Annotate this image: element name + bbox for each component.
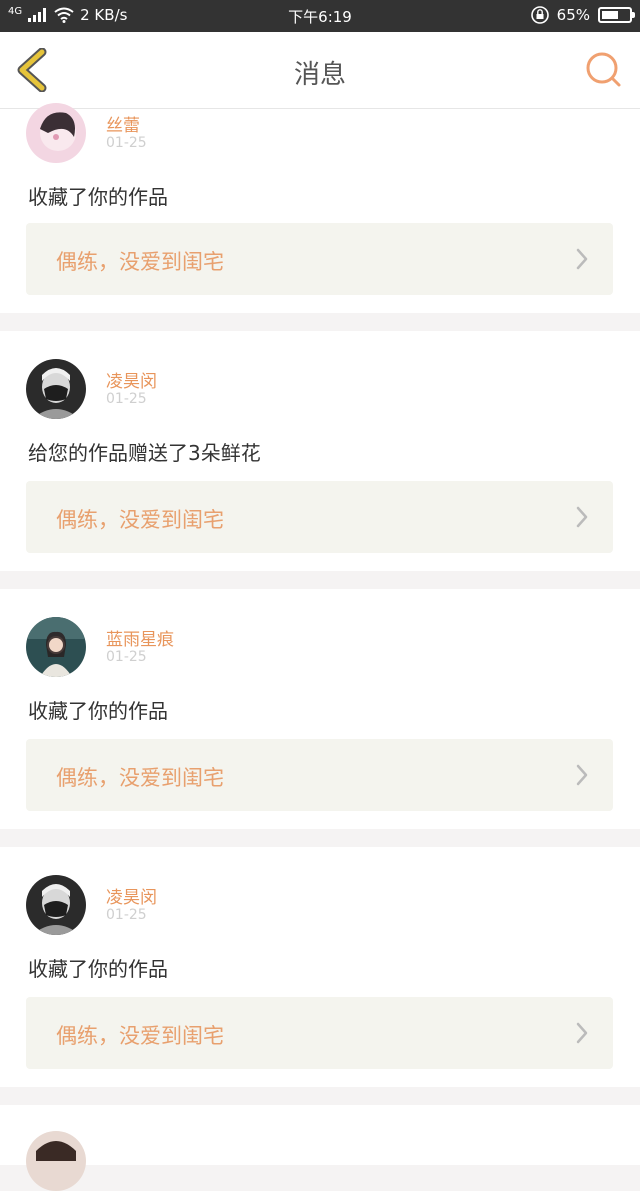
message-text: 收藏了你的作品 <box>28 185 168 209</box>
work-link[interactable]: 偶练，没爱到闺宅 <box>26 739 613 811</box>
page-title: 消息 <box>293 60 346 90</box>
message-card: 丝蕾 01-25 收藏了你的作品 偶练，没爱到闺宅 <box>0 103 640 313</box>
message-card: 蓝雨星痕 01-25 收藏了你的作品 偶练，没爱到闺宅 <box>0 589 640 829</box>
work-link[interactable]: 偶练，没爱到闺宅 <box>26 223 613 295</box>
message-card-partial <box>0 1105 640 1191</box>
status-right: 65% <box>530 6 635 24</box>
message-date: 01-25 <box>106 649 147 665</box>
work-link[interactable]: 偶练，没爱到闺宅 <box>26 997 613 1069</box>
work-title: 偶练，没爱到闺宅 <box>56 250 224 274</box>
sender-name[interactable]: 凌昊闵 <box>106 367 157 392</box>
battery-fill <box>602 11 618 19</box>
chevron-right-icon <box>576 248 588 270</box>
work-title: 偶练，没爱到闺宅 <box>56 1024 224 1048</box>
search-icon[interactable] <box>584 50 624 90</box>
message-list: 丝蕾 01-25 收藏了你的作品 偶练，没爱到闺宅 凌昊闵 01-25 给您的作… <box>0 103 640 1191</box>
work-title: 偶练，没爱到闺宅 <box>56 766 224 790</box>
header: 消息 <box>0 32 640 109</box>
avatar[interactable] <box>26 875 86 935</box>
avatar[interactable] <box>26 617 86 677</box>
message-text: 收藏了你的作品 <box>28 957 168 981</box>
sender-name[interactable]: 凌昊闵 <box>106 883 157 908</box>
message-date: 01-25 <box>106 391 147 407</box>
sender-name[interactable]: 蓝雨星痕 <box>106 625 174 650</box>
message-card: 凌昊闵 01-25 给您的作品赠送了3朵鲜花 偶练，没爱到闺宅 <box>0 331 640 571</box>
work-link[interactable]: 偶练，没爱到闺宅 <box>26 481 613 553</box>
chevron-right-icon <box>576 506 588 528</box>
avatar[interactable] <box>26 359 86 419</box>
chevron-right-icon <box>576 1022 588 1044</box>
chevron-right-icon <box>576 764 588 786</box>
message-text: 收藏了你的作品 <box>28 699 168 723</box>
message-text: 给您的作品赠送了3朵鲜花 <box>28 441 261 465</box>
work-title: 偶练，没爱到闺宅 <box>56 508 224 532</box>
message-date: 01-25 <box>106 135 147 151</box>
status-bar: 4G 2 KB/s 下午6:19 65% <box>0 0 640 32</box>
message-date: 01-25 <box>106 907 147 923</box>
avatar[interactable] <box>26 103 86 163</box>
rotation-lock-icon <box>530 6 549 24</box>
battery-icon <box>598 7 635 23</box>
avatar[interactable] <box>26 1131 86 1191</box>
battery-percent: 65% <box>556 6 590 24</box>
message-card: 凌昊闵 01-25 收藏了你的作品 偶练，没爱到闺宅 <box>0 847 640 1087</box>
sender-name[interactable]: 丝蕾 <box>106 111 140 136</box>
